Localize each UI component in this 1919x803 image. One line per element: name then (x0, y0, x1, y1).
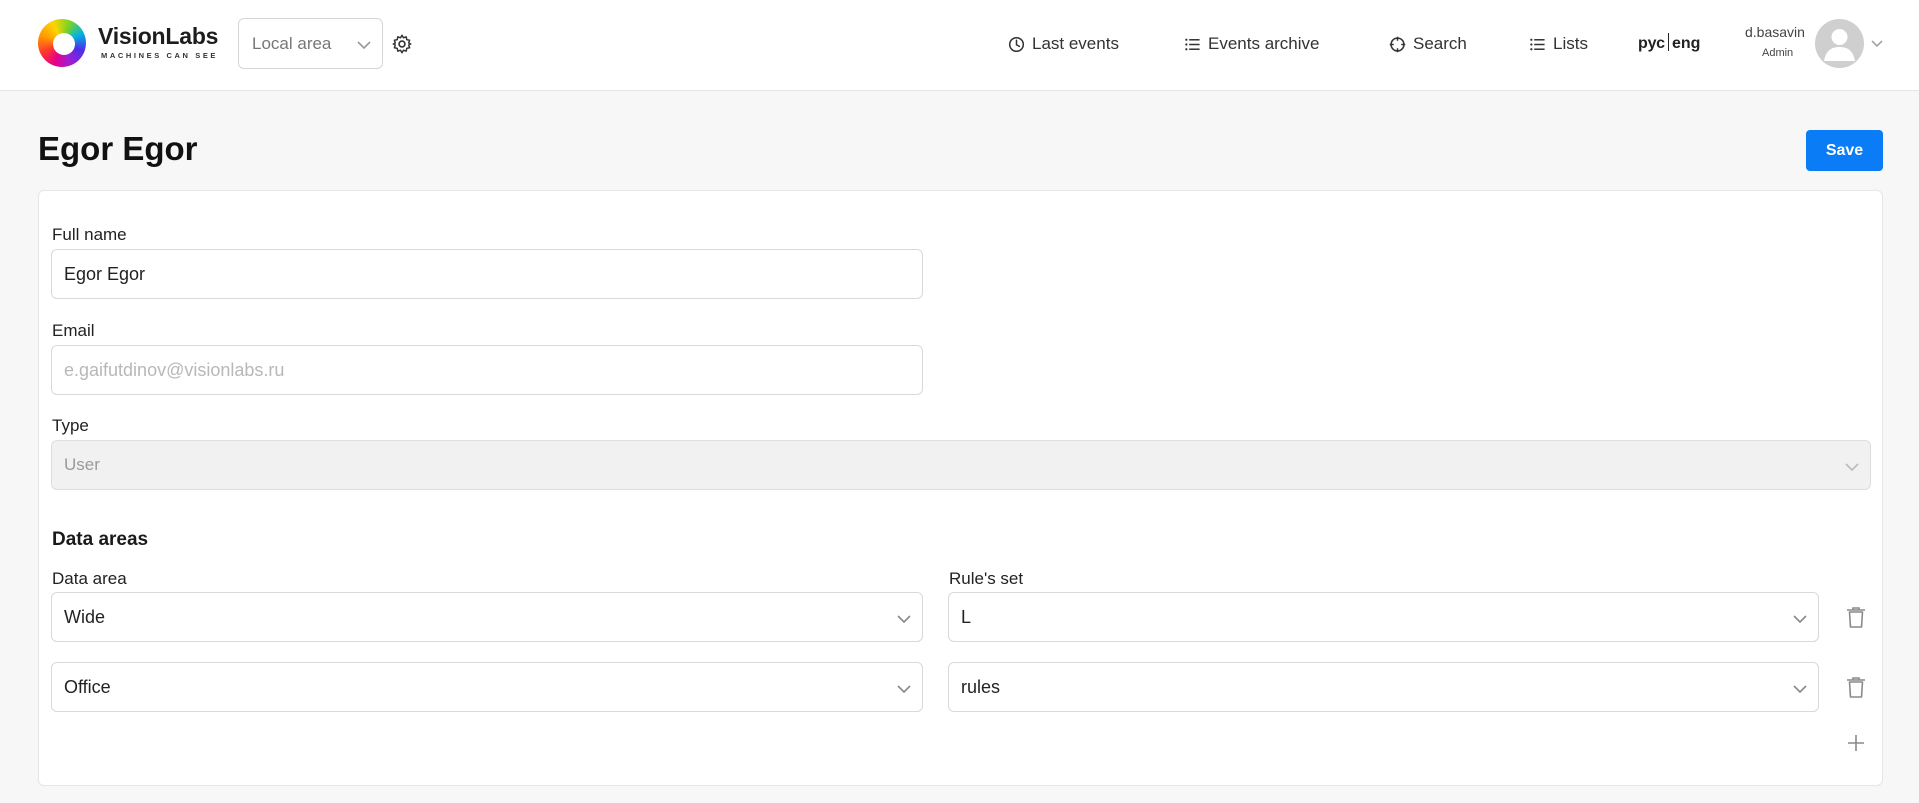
list-icon (1185, 38, 1200, 50)
nav-events-archive[interactable]: Events archive (1184, 33, 1320, 55)
full-name-field[interactable]: Egor Egor (51, 249, 923, 299)
crosshair-icon (1389, 36, 1406, 52)
trash-icon[interactable] (1844, 605, 1868, 629)
email-label: Email (52, 321, 95, 340)
data-area-select[interactable]: Office (51, 662, 923, 712)
lang-divider (1667, 33, 1669, 51)
full-name-label: Full name (52, 225, 127, 244)
user-silhouette-icon (1824, 29, 1855, 61)
nav-search[interactable]: Search (1389, 33, 1467, 55)
email-field[interactable]: e.gaifutdinov@visionlabs.ru (51, 345, 923, 395)
nav-label: Lists (1553, 34, 1588, 53)
lang-en[interactable]: eng (1672, 35, 1700, 52)
save-button[interactable]: Save (1806, 130, 1883, 171)
data-area-value: Office (64, 677, 111, 697)
rules-set-column-label: Rule's set (949, 569, 1024, 588)
chevron-down-icon (897, 685, 911, 694)
list-icon (1530, 38, 1545, 50)
rules-set-value: L (961, 607, 972, 627)
email-placeholder: e.gaifutdinov@visionlabs.ru (64, 360, 285, 380)
avatar[interactable] (1815, 19, 1864, 68)
lang-ru[interactable]: рус (1638, 35, 1665, 52)
chevron-down-icon (357, 41, 371, 50)
user-name[interactable]: d.basavin (1745, 24, 1805, 40)
chevron-down-icon[interactable] (1870, 38, 1884, 50)
nav-label: Search (1413, 34, 1467, 53)
full-name-value: Egor Egor (64, 264, 146, 284)
rules-set-select[interactable]: rules (948, 662, 1819, 712)
user-form-card: Full name Egor Egor Email e.gaifutdinov@… (38, 190, 1883, 786)
add-data-area-icon[interactable] (1846, 733, 1866, 753)
visionlabs-logo[interactable]: VisionLabs MACHINES CAN SEE (38, 19, 238, 69)
chevron-down-icon (897, 615, 911, 624)
logo-name: VisionLabs (98, 23, 219, 49)
type-label: Type (52, 416, 89, 435)
user-role: Admin (1762, 47, 1794, 59)
type-value: User (64, 455, 100, 474)
data-area-select[interactable]: Wide (51, 592, 923, 642)
rules-set-select[interactable]: L (948, 592, 1819, 642)
chevron-down-icon (1845, 463, 1859, 472)
gear-icon[interactable] (391, 33, 413, 55)
logo-tagline: MACHINES CAN SEE (101, 51, 219, 60)
area-select[interactable]: Local area (238, 18, 383, 69)
clock-icon (1008, 36, 1025, 52)
chevron-down-icon (1793, 615, 1807, 624)
language-switch: рус eng (1638, 33, 1700, 53)
data-areas-title: Data areas (52, 529, 149, 550)
data-area-column-label: Data area (52, 569, 127, 588)
data-area-value: Wide (64, 607, 106, 627)
page-title: Egor Egor (38, 130, 198, 167)
rules-set-value: rules (961, 677, 1001, 697)
nav-last-events[interactable]: Last events (1008, 33, 1119, 55)
top-bar: VisionLabs MACHINES CAN SEE Local area L… (0, 0, 1919, 91)
trash-icon[interactable] (1844, 675, 1868, 699)
chevron-down-icon (1793, 685, 1807, 694)
area-select-value: Local area (252, 34, 332, 53)
nav-label: Last events (1032, 34, 1119, 53)
type-select: User (51, 440, 1871, 490)
nav-lists[interactable]: Lists (1529, 33, 1588, 55)
nav-label: Events archive (1208, 34, 1320, 53)
logo-mark-icon (38, 19, 86, 67)
